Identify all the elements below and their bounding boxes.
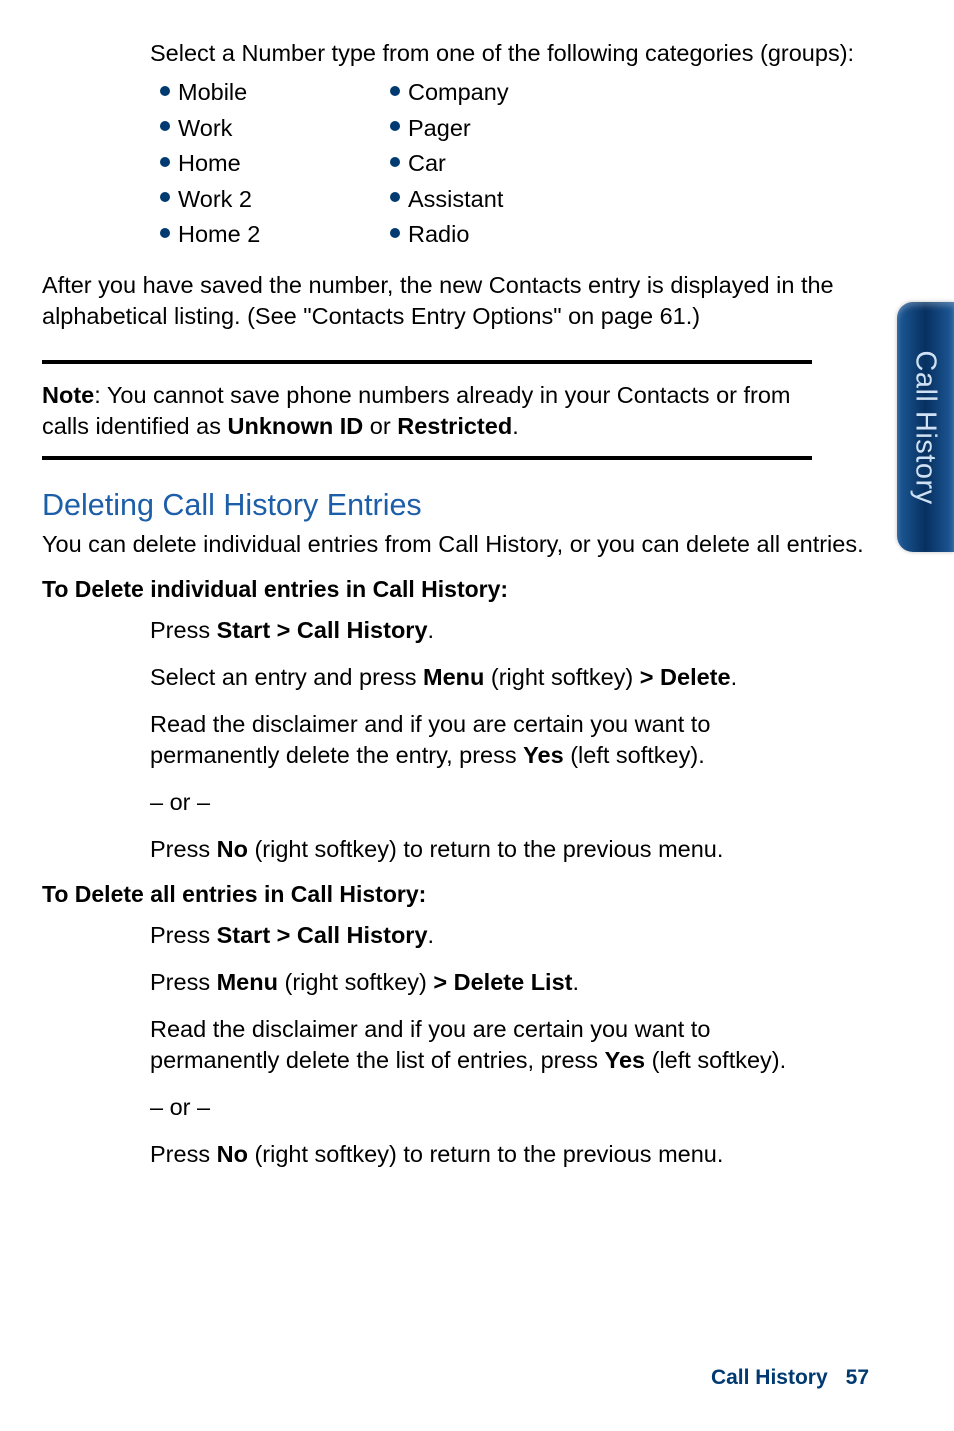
list-item: Home 2 (160, 221, 370, 248)
step-text: Read the disclaimer and if you are certa… (150, 1014, 810, 1076)
after-save-paragraph: After you have saved the number, the new… (42, 270, 912, 332)
step-text: Press Start > Call History. (150, 615, 810, 646)
bullet-icon (160, 228, 170, 238)
list-item: Car (390, 150, 509, 177)
step-fragment: (right softkey) (484, 664, 639, 690)
list-item: Company (390, 79, 509, 106)
number-type-label: Assistant (408, 186, 503, 213)
page-number: 57 (846, 1366, 869, 1389)
list-item: Work 2 (160, 186, 370, 213)
number-type-label: Pager (408, 115, 471, 142)
step-fragment: Press (150, 922, 217, 948)
step-fragment: (right softkey) to return to the previou… (248, 1141, 723, 1167)
list-item: Work (160, 115, 370, 142)
number-type-label: Mobile (178, 79, 247, 106)
step-fragment: Press (150, 969, 217, 995)
step-bold: Start > Call History (217, 617, 428, 643)
or-separator: – or – (150, 1092, 810, 1123)
step-bold: > Delete (640, 664, 731, 690)
list-item: Radio (390, 221, 509, 248)
step-bold: Start > Call History (217, 922, 428, 948)
step-text: Read the disclaimer and if you are certa… (150, 709, 810, 771)
intro-text: Select a Number type from one of the fol… (150, 40, 912, 67)
list-item: Home (160, 150, 370, 177)
list-item: Mobile (160, 79, 370, 106)
step-bold: Menu (423, 664, 484, 690)
number-type-label: Work 2 (178, 186, 252, 213)
step-fragment: . (428, 617, 435, 643)
number-type-columns: Mobile Work Home Work 2 Home 2 Company P… (160, 79, 912, 248)
sub-heading-delete-all: To Delete all entries in Call History: (42, 881, 912, 908)
step-fragment: (right softkey) (278, 969, 433, 995)
bullet-icon (160, 192, 170, 202)
step-fragment: Press (150, 617, 217, 643)
step-text: Select an entry and press Menu (right so… (150, 662, 810, 693)
step-fragment: . (731, 664, 738, 690)
note-text: . (512, 413, 519, 439)
step-text: Press Menu (right softkey) > Delete List… (150, 967, 810, 998)
bullet-icon (390, 228, 400, 238)
page-footer: Call History 57 (711, 1366, 869, 1390)
number-type-label: Car (408, 150, 446, 177)
step-text: Press Start > Call History. (150, 920, 810, 951)
bullet-icon (390, 157, 400, 167)
step-fragment: (left softkey). (564, 742, 705, 768)
step-bold: No (217, 836, 248, 862)
step-fragment: Press (150, 1141, 217, 1167)
note-text: or (363, 413, 397, 439)
section-subtext: You can delete individual entries from C… (42, 529, 912, 560)
number-type-label: Company (408, 79, 509, 106)
bullet-icon (160, 121, 170, 131)
step-fragment: Press (150, 836, 217, 862)
note-block: Note: You cannot save phone numbers alre… (42, 360, 812, 460)
step-fragment: (right softkey) to return to the previou… (248, 836, 723, 862)
step-fragment: (left softkey). (645, 1047, 786, 1073)
note-bold-unknown: Unknown ID (228, 413, 364, 439)
number-type-col-right: Company Pager Car Assistant Radio (390, 79, 509, 248)
bullet-icon (390, 192, 400, 202)
bullet-icon (160, 86, 170, 96)
step-fragment: Select an entry and press (150, 664, 423, 690)
side-tab-label: Call History (909, 350, 942, 504)
or-separator: – or – (150, 787, 810, 818)
step-fragment: . (428, 922, 435, 948)
note-label: Note (42, 382, 94, 408)
footer-section-label: Call History (711, 1366, 828, 1389)
step-text: Press No (right softkey) to return to th… (150, 1139, 810, 1170)
list-item: Assistant (390, 186, 509, 213)
list-item: Pager (390, 115, 509, 142)
number-type-label: Radio (408, 221, 469, 248)
step-bold: Menu (217, 969, 278, 995)
section-heading: Deleting Call History Entries (42, 488, 912, 523)
bullet-icon (390, 121, 400, 131)
note-bold-restricted: Restricted (397, 413, 512, 439)
side-tab: Call History (897, 302, 954, 552)
number-type-label: Work (178, 115, 232, 142)
bullet-icon (390, 86, 400, 96)
number-type-col-left: Mobile Work Home Work 2 Home 2 (160, 79, 370, 248)
step-fragment: . (572, 969, 579, 995)
number-type-label: Home (178, 150, 241, 177)
sub-heading-delete-individual: To Delete individual entries in Call His… (42, 576, 912, 603)
number-type-label: Home 2 (178, 221, 260, 248)
step-bold: Yes (523, 742, 564, 768)
bullet-icon (160, 157, 170, 167)
step-bold: No (217, 1141, 248, 1167)
step-text: Press No (right softkey) to return to th… (150, 834, 810, 865)
step-bold: > Delete List (433, 969, 572, 995)
step-bold: Yes (605, 1047, 646, 1073)
